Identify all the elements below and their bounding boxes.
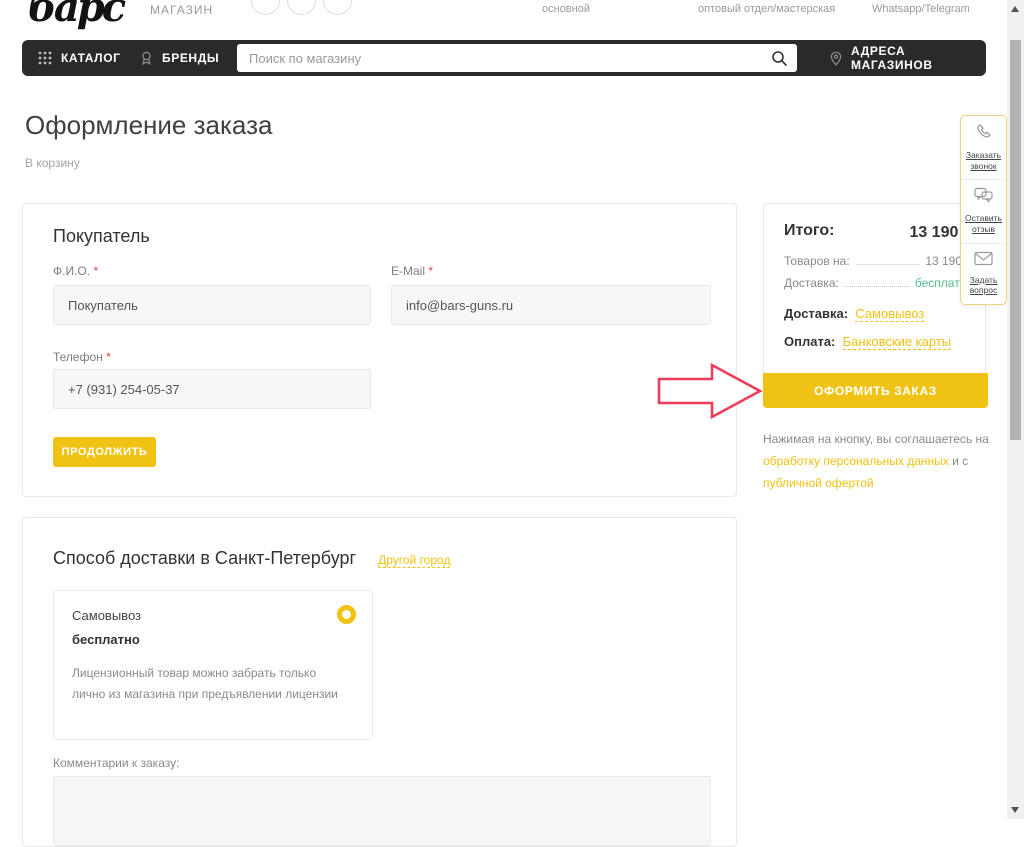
brands-label: БРЕНДЫ: [162, 51, 219, 65]
summary-row-items: Товаров на: 13 190 ₽: [764, 254, 985, 268]
delivery-method-row: Доставка: Самовывоз: [764, 306, 985, 321]
social-icon-1[interactable]: [251, 0, 280, 15]
annotation-arrow: [656, 361, 764, 421]
contact-widget: Заказать звонок Оставить отзыв Задать во…: [960, 115, 1007, 305]
payment-method-row: Оплата: Банковские карты: [764, 334, 985, 349]
search-input[interactable]: [237, 51, 761, 66]
request-call-button[interactable]: Заказать звонок: [961, 116, 1006, 179]
public-offer-link[interactable]: публичной офертой: [763, 476, 874, 490]
order-comments-label: Комментарии к заказу:: [53, 756, 179, 770]
continue-button[interactable]: ПРОДОЛЖИТЬ: [53, 437, 156, 467]
order-summary: Итого: 13 190 ₽ Товаров на: 13 190 ₽ Дос…: [763, 203, 986, 408]
delivery-option-card[interactable]: Самовывоз бесплатно Лицензионный товар м…: [53, 590, 373, 740]
payment-method-link[interactable]: Банковские карты: [843, 334, 952, 350]
phone-field-label: Телефон *: [53, 350, 111, 364]
delivery-option-radio[interactable]: [337, 605, 356, 624]
addresses-label: АДРЕСА МАГАЗИНОВ: [851, 44, 986, 72]
scroll-down-arrow[interactable]: [1011, 807, 1019, 813]
delivery-option-name: Самовывоз: [72, 608, 141, 623]
name-field[interactable]: [53, 285, 371, 325]
bars-logo[interactable]: барс: [28, 0, 123, 31]
buyer-heading: Покупатель: [53, 226, 150, 247]
page-scrollbar[interactable]: [1007, 0, 1024, 819]
delivery-heading: Способ доставки в Санкт-Петербург: [53, 548, 356, 569]
email-field-label: E-Mail *: [391, 264, 433, 278]
store-subtitle: МАГАЗИН: [150, 3, 213, 17]
brands-button[interactable]: БРЕНДЫ: [140, 40, 219, 76]
store-addresses-button[interactable]: АДРЕСА МАГАЗИНОВ: [830, 40, 986, 76]
personal-data-link[interactable]: обработку персональных данных: [763, 454, 949, 468]
phone-label-messengers: Whatsapp/Telegram: [872, 3, 970, 15]
email-field[interactable]: [391, 285, 711, 325]
page-title: Оформление заказа: [25, 110, 272, 141]
delivery-option-note: Лицензионный товар можно забрать только …: [72, 663, 347, 705]
social-icon-3[interactable]: [323, 0, 352, 15]
scroll-up-arrow[interactable]: [1011, 6, 1019, 12]
place-order-button[interactable]: ОФОРМИТЬ ЗАКАЗ: [763, 373, 988, 408]
search-icon[interactable]: [761, 44, 797, 72]
location-pin-icon: [830, 51, 842, 66]
required-mark: *: [428, 264, 433, 278]
phone-field[interactable]: [53, 369, 371, 409]
buyer-section: Покупатель Ф.И.О. * E-Mail * Телефон * П…: [22, 203, 737, 497]
catalog-button[interactable]: КАТАЛОГ: [38, 40, 121, 76]
grid-icon: [38, 51, 52, 65]
catalog-label: КАТАЛОГ: [61, 51, 121, 65]
leave-review-label: Оставить отзыв: [963, 213, 1004, 234]
phone-label-main: основной: [542, 3, 590, 15]
phone-label-wholesale: оптовый отдел/мастерская: [698, 3, 835, 15]
chat-icon: [974, 187, 994, 209]
mail-icon: [974, 251, 993, 271]
social-icon-2[interactable]: [287, 0, 316, 15]
main-navbar: КАТАЛОГ БРЕНДЫ АДРЕСА МАГАЗИНОВ: [22, 40, 986, 76]
change-city-link[interactable]: Другой город: [378, 553, 450, 568]
summary-row-delivery: Доставка: бесплатно: [764, 276, 985, 290]
order-comments-input[interactable]: [53, 776, 711, 846]
ask-question-button[interactable]: Задать вопрос: [961, 243, 1006, 304]
leave-review-button[interactable]: Оставить отзыв: [961, 179, 1006, 242]
total-label: Итого:: [784, 222, 834, 242]
store-search: [237, 44, 797, 72]
request-call-label: Заказать звонок: [963, 150, 1004, 171]
name-field-label: Ф.И.О. *: [53, 264, 98, 278]
ask-question-label: Задать вопрос: [963, 275, 1004, 296]
consent-text: Нажимая на кнопку, вы соглашаетесь на об…: [763, 428, 991, 495]
delivery-method-link[interactable]: Самовывоз: [855, 306, 924, 322]
required-mark: *: [106, 350, 111, 364]
scrollbar-thumb[interactable]: [1010, 40, 1021, 440]
delivery-option-price: бесплатно: [72, 632, 140, 647]
phone-icon: [975, 123, 993, 146]
back-to-cart-link[interactable]: В корзину: [25, 156, 80, 170]
delivery-section: Способ доставки в Санкт-Петербург Другой…: [22, 517, 737, 847]
required-mark: *: [93, 264, 98, 278]
badge-icon: [140, 51, 153, 65]
